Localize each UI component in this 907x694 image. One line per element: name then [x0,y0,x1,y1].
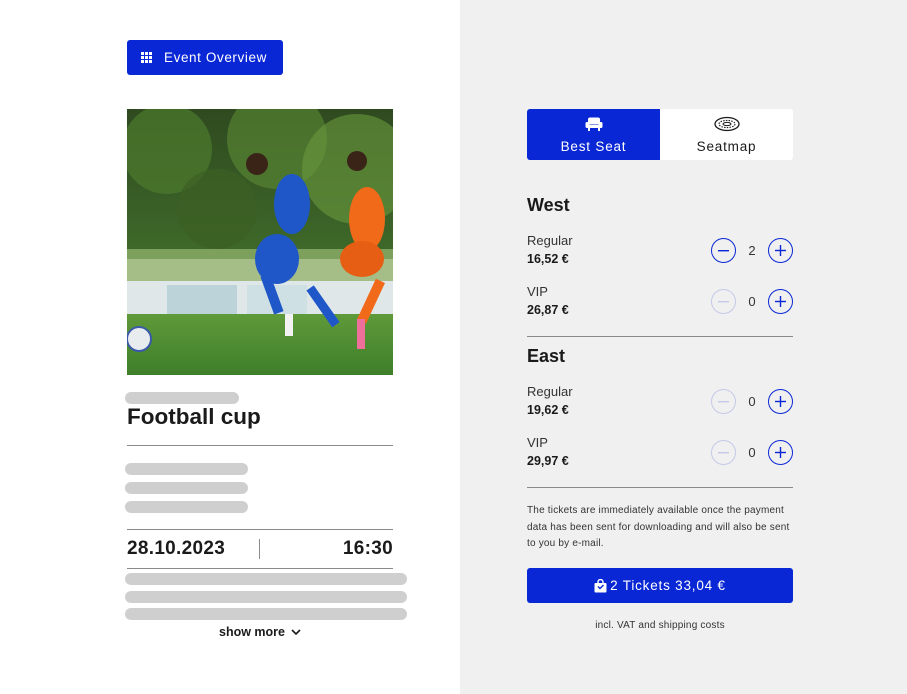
summary-divider [527,487,793,488]
buy-tickets-label: 2 Tickets 33,04 € [610,578,726,593]
tier-price-west-vip: 26,87 € [527,303,569,317]
detail-placeholder-line [125,501,248,513]
increase-west-vip-button[interactable] [768,289,793,314]
increase-west-regular-button[interactable] [768,238,793,263]
tier-name-west-regular: Regular [527,233,573,248]
date-top-divider [127,529,393,530]
description-placeholder-line [125,591,407,603]
plus-icon [775,447,786,458]
event-title: Football cup [127,404,261,429]
tab-best-seat[interactable]: Best Seat [527,109,660,160]
plus-icon [775,245,786,256]
delivery-info-text: The tickets are immediately available on… [527,505,790,549]
chevron-down-icon [291,628,301,635]
tab-seatmap-label: Seatmap [696,139,757,154]
decrease-west-regular-button[interactable] [711,238,736,263]
tier-price-east-vip: 29,97 € [527,454,569,468]
detail-placeholder-line [125,482,248,494]
date-bottom-divider [127,568,393,569]
buy-tickets-button[interactable]: 2 Tickets 33,04 € [527,568,793,603]
description-placeholder-line [125,573,407,585]
section-divider [527,336,793,337]
section-title-west: West [527,195,570,215]
minus-icon [718,249,729,251]
grid-icon [141,52,152,63]
section-title-east: East [527,346,566,366]
detail-placeholder-line [125,463,248,475]
tier-name-east-regular: Regular [527,384,573,399]
event-photo [127,109,393,375]
qty-west-vip: 0 [748,294,756,309]
decrease-west-vip-button[interactable] [711,289,736,314]
date-time-separator [259,539,260,559]
tier-price-east-regular: 19,62 € [527,403,569,417]
increase-east-vip-button[interactable] [768,440,793,465]
event-overview-button[interactable]: Event Overview [127,40,283,75]
vat-note: incl. VAT and shipping costs [595,620,725,631]
stadium-icon [713,115,740,133]
qty-east-vip: 0 [748,445,756,460]
title-divider [127,445,393,446]
event-overview-label: Event Overview [164,50,267,65]
shopping-bag-icon [594,578,607,592]
plus-icon [775,396,786,407]
minus-icon [718,400,729,402]
tab-seatmap[interactable]: Seatmap [660,109,793,160]
tier-name-west-vip: VIP [527,284,548,299]
event-date: 28.10.2023 [127,538,226,559]
show-more-button[interactable]: show more [219,625,301,639]
minus-icon [718,451,729,453]
seat-icon [585,115,603,133]
qty-west-regular: 2 [748,243,756,258]
tab-best-seat-label: Best Seat [560,139,627,154]
qty-east-regular: 0 [748,394,756,409]
plus-icon [775,296,786,307]
event-panel: Event Overview Football cup 28.10.2023 1… [0,0,460,694]
description-placeholder-line [125,608,407,620]
tier-price-west-regular: 16,52 € [527,252,569,266]
decrease-east-vip-button[interactable] [711,440,736,465]
show-more-label: show more [219,625,285,639]
minus-icon [718,300,729,302]
seat-mode-tabs: Best Seat Seatmap [527,109,793,160]
tier-name-east-vip: VIP [527,435,548,450]
increase-east-regular-button[interactable] [768,389,793,414]
decrease-east-regular-button[interactable] [711,389,736,414]
event-time: 16:30 [342,538,393,559]
category-placeholder [125,392,239,404]
